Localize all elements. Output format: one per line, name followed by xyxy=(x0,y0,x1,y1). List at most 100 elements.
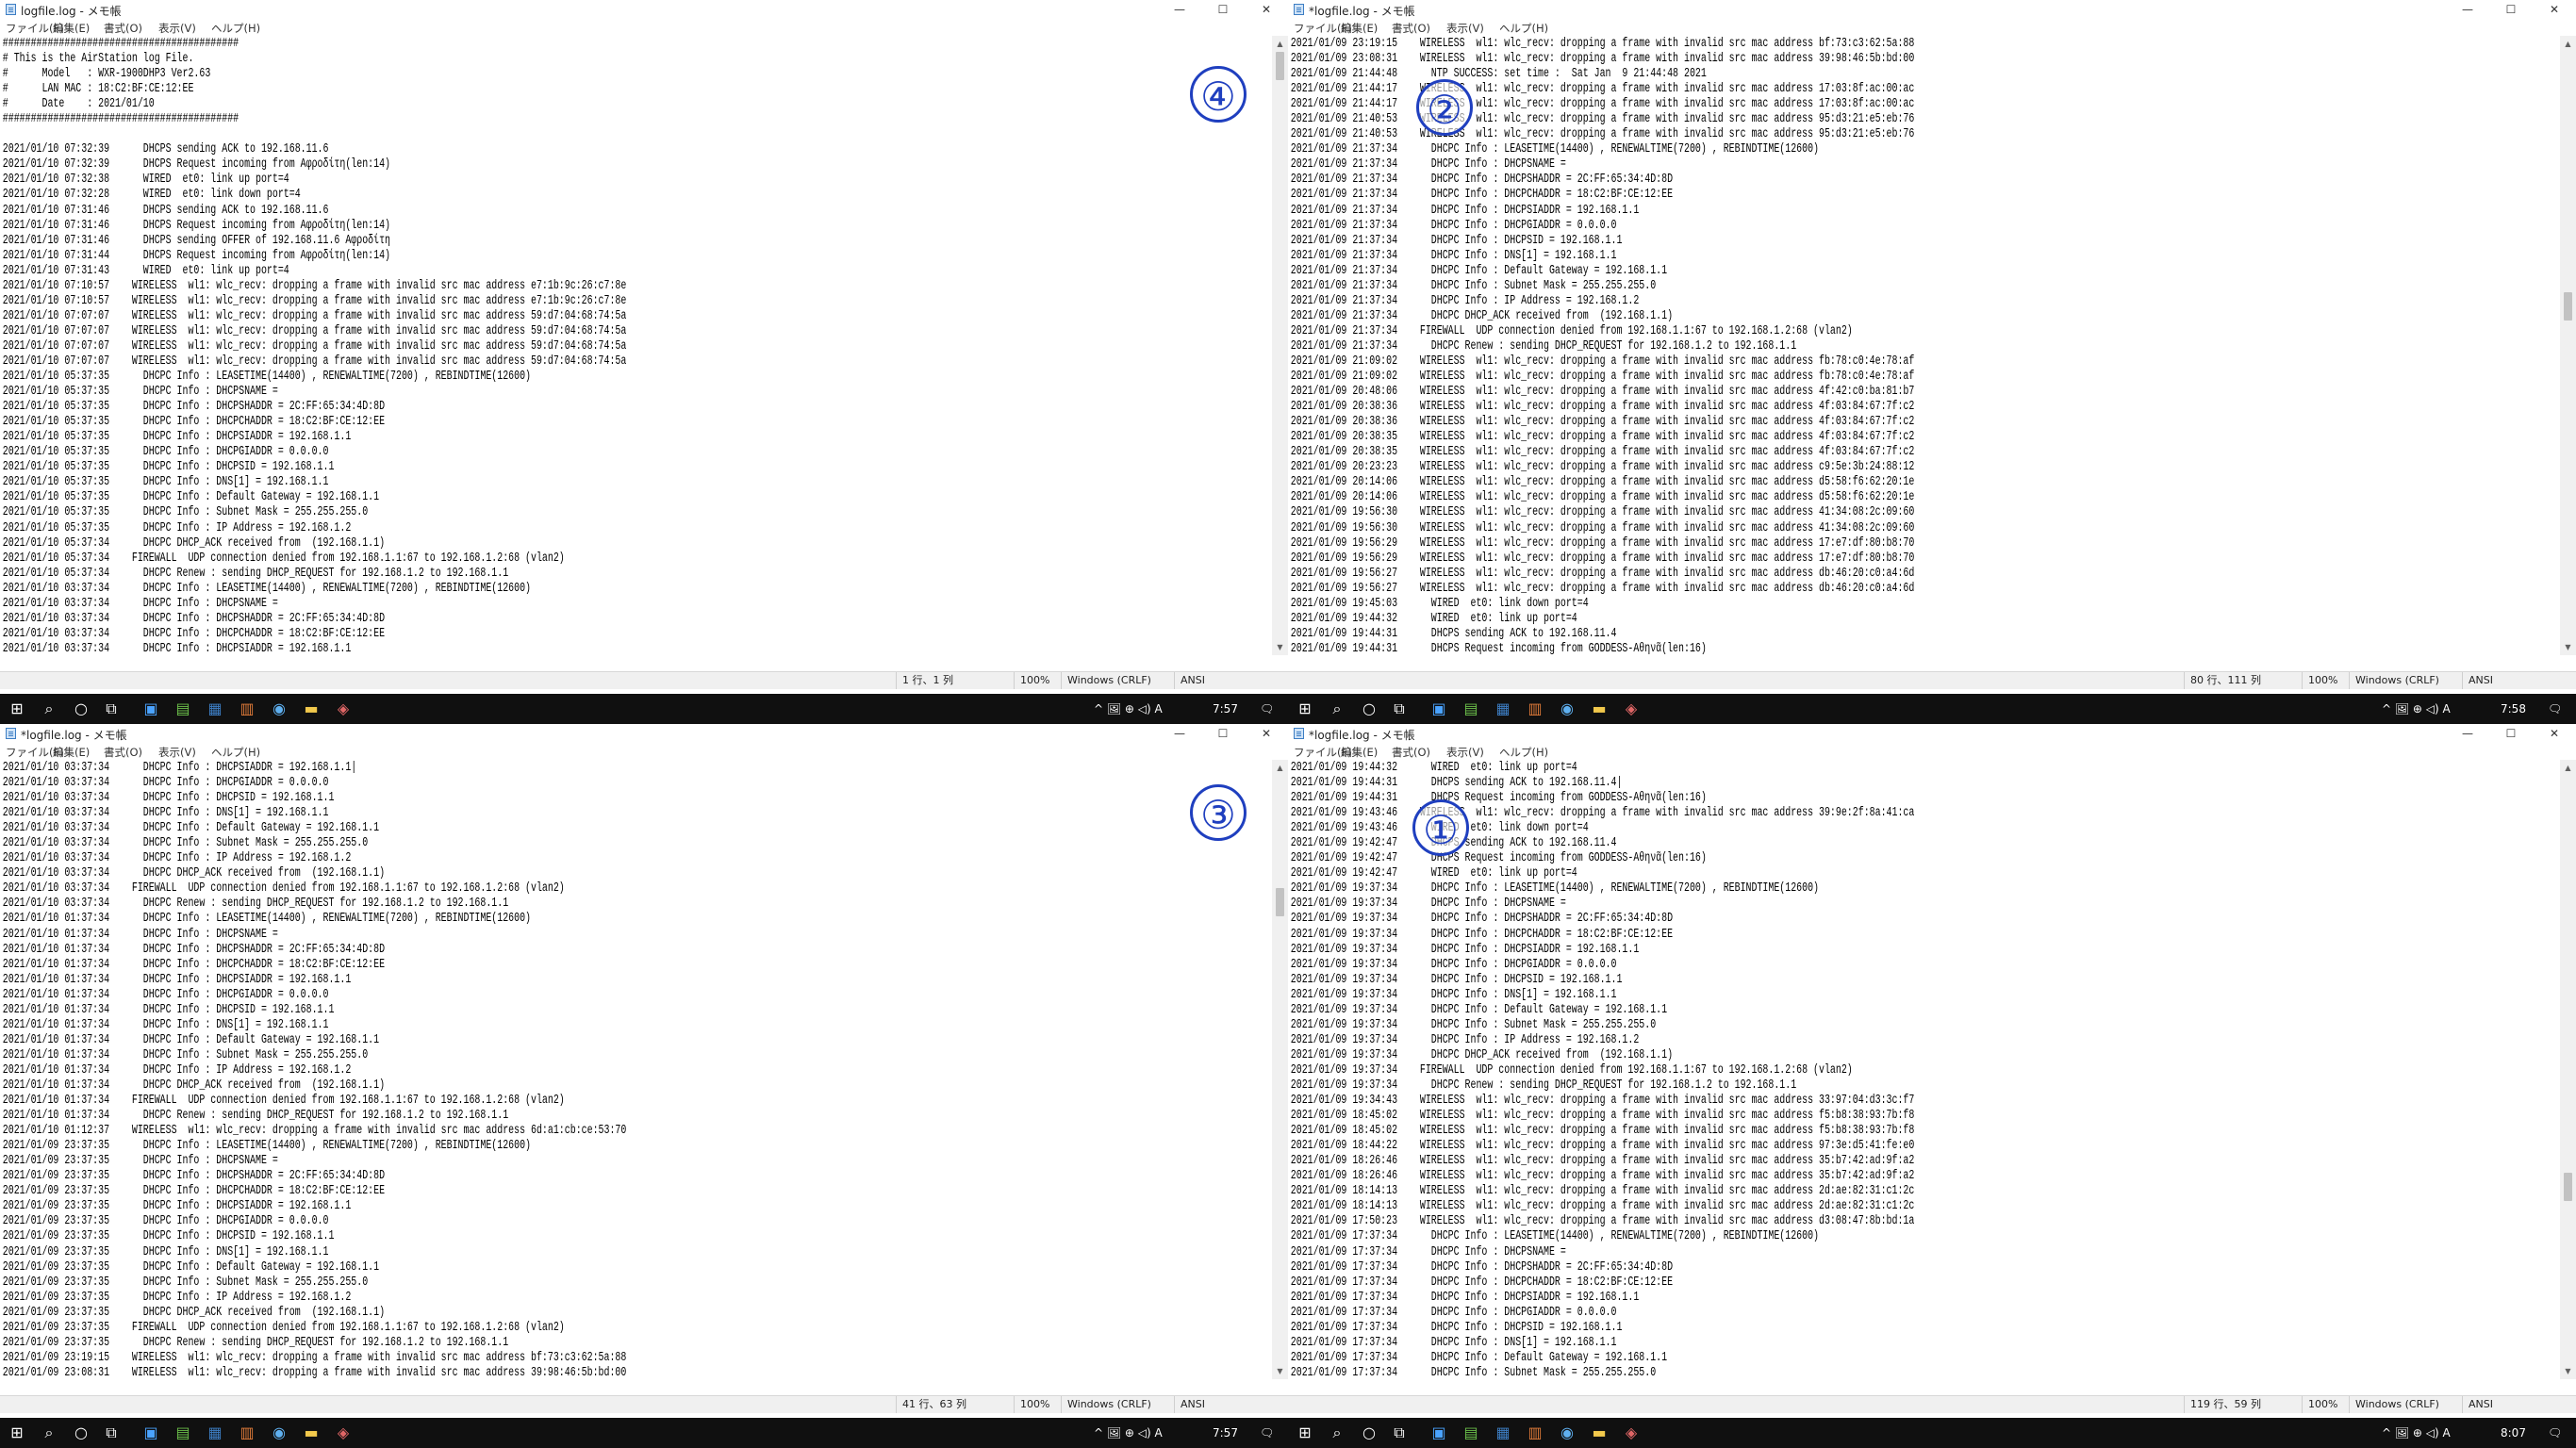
windows-start-icon[interactable]: ⊞ xyxy=(1296,699,1314,718)
app-icon-5[interactable]: ◈ xyxy=(334,1423,353,1442)
app-icon-4[interactable]: ◉ xyxy=(270,699,289,718)
scroll-up-arrow-icon[interactable]: ▲ xyxy=(1272,36,1288,52)
app-icon-4[interactable]: ◉ xyxy=(1558,1423,1577,1442)
close-button[interactable]: ✕ xyxy=(2533,0,2576,19)
menu-item-2[interactable]: 書式(O) xyxy=(1392,745,1430,760)
task-view-icon[interactable]: ⧉ xyxy=(102,1423,121,1442)
app-icon-3[interactable]: ▥ xyxy=(238,699,256,718)
scrollbar-thumb[interactable] xyxy=(1276,52,1284,80)
notification-icon[interactable]: 🗨 xyxy=(1260,694,1274,724)
taskbar-clock[interactable]: 7:58 xyxy=(2501,694,2526,724)
scroll-down-arrow-icon[interactable]: ▼ xyxy=(2560,639,2576,655)
menu-item-4[interactable]: ヘルプ(H) xyxy=(1499,745,1548,760)
taskbar-clock[interactable]: 7:57 xyxy=(1213,1418,1238,1448)
app-icon-4[interactable]: ◉ xyxy=(1558,699,1577,718)
system-tray[interactable]: ^ 🖼 ⊕ ◁) A xyxy=(2382,1418,2451,1448)
text-editor[interactable]: 2021/01/10 03:37:34 DHCPC Info : DHCPSIA… xyxy=(0,760,1272,1379)
menu-item-2[interactable]: 書式(O) xyxy=(1392,21,1430,36)
cortana-icon[interactable]: ○ xyxy=(1360,699,1379,718)
vertical-scrollbar[interactable]: ▲ ▼ xyxy=(1272,760,1288,1379)
notification-icon[interactable]: 🗨 xyxy=(2548,694,2562,724)
cortana-icon[interactable]: ○ xyxy=(1360,1423,1379,1442)
cortana-icon[interactable]: ○ xyxy=(72,1423,91,1442)
search-icon[interactable]: ⌕ xyxy=(40,699,58,718)
notepad-icon[interactable]: ▦ xyxy=(1494,1423,1512,1442)
menu-item-2[interactable]: 書式(O) xyxy=(104,745,142,760)
title-bar[interactable]: *logfile.log - メモ帳 — ☐ ✕ xyxy=(1288,724,2576,744)
app-icon-2[interactable]: ▤ xyxy=(173,699,192,718)
scroll-up-arrow-icon[interactable]: ▲ xyxy=(2560,760,2576,776)
text-editor[interactable]: 2021/01/09 23:19:15 WIRELESS wl1: wlc_re… xyxy=(1288,36,2560,655)
app-icon-1[interactable]: ▣ xyxy=(1429,699,1448,718)
app-icon-2[interactable]: ▤ xyxy=(173,1423,192,1442)
app-icon-5[interactable]: ◈ xyxy=(334,699,353,718)
maximize-button[interactable]: ☐ xyxy=(2489,0,2533,19)
title-bar[interactable]: logfile.log - メモ帳 — ☐ ✕ xyxy=(0,0,1288,20)
minimize-button[interactable]: — xyxy=(1158,724,1201,743)
scroll-down-arrow-icon[interactable]: ▼ xyxy=(1272,1363,1288,1379)
minimize-button[interactable]: — xyxy=(2446,724,2489,743)
app-icon-1[interactable]: ▣ xyxy=(141,1423,160,1442)
app-icon-4[interactable]: ◉ xyxy=(270,1423,289,1442)
system-tray[interactable]: ^ 🖼 ⊕ ◁) A xyxy=(1094,694,1163,724)
app-icon-5[interactable]: ◈ xyxy=(1622,1423,1641,1442)
app-icon-3[interactable]: ▥ xyxy=(238,1423,256,1442)
windows-start-icon[interactable]: ⊞ xyxy=(8,699,26,718)
scroll-down-arrow-icon[interactable]: ▼ xyxy=(1272,639,1288,655)
notepad-icon[interactable]: ▦ xyxy=(206,1423,224,1442)
windows-start-icon[interactable]: ⊞ xyxy=(1296,1423,1314,1442)
task-view-icon[interactable]: ⧉ xyxy=(1390,699,1409,718)
text-editor[interactable]: ########################################… xyxy=(0,36,1272,655)
minimize-button[interactable]: — xyxy=(2446,0,2489,19)
scroll-up-arrow-icon[interactable]: ▲ xyxy=(1272,760,1288,776)
app-icon-3[interactable]: ▥ xyxy=(1526,699,1544,718)
scrollbar-thumb[interactable] xyxy=(2564,1173,2572,1202)
search-icon[interactable]: ⌕ xyxy=(40,1423,58,1442)
scroll-down-arrow-icon[interactable]: ▼ xyxy=(2560,1363,2576,1379)
title-bar[interactable]: *logfile.log - メモ帳 — ☐ ✕ xyxy=(1288,0,2576,20)
scrollbar-thumb[interactable] xyxy=(2564,291,2572,321)
folder-icon[interactable]: ▬ xyxy=(302,1423,321,1442)
folder-icon[interactable]: ▬ xyxy=(1590,699,1609,718)
menu-item-3[interactable]: 表示(V) xyxy=(1446,745,1484,760)
folder-icon[interactable]: ▬ xyxy=(302,699,321,718)
menu-item-1[interactable]: 編集(E) xyxy=(1341,21,1378,36)
taskbar-clock[interactable]: 7:57 xyxy=(1213,694,1238,724)
vertical-scrollbar[interactable]: ▲ ▼ xyxy=(2560,760,2576,1379)
menu-item-1[interactable]: 編集(E) xyxy=(53,21,90,36)
minimize-button[interactable]: — xyxy=(1158,0,1201,19)
task-view-icon[interactable]: ⧉ xyxy=(102,699,121,718)
text-editor[interactable]: 2021/01/09 19:44:32 WIRED et0: link up p… xyxy=(1288,760,2560,1379)
search-icon[interactable]: ⌕ xyxy=(1328,699,1346,718)
app-icon-2[interactable]: ▤ xyxy=(1461,1423,1480,1442)
cortana-icon[interactable]: ○ xyxy=(72,699,91,718)
close-button[interactable]: ✕ xyxy=(1245,724,1288,743)
title-bar[interactable]: *logfile.log - メモ帳 — ☐ ✕ xyxy=(0,724,1288,744)
menu-item-3[interactable]: 表示(V) xyxy=(158,745,196,760)
menu-item-4[interactable]: ヘルプ(H) xyxy=(211,745,260,760)
taskbar-clock[interactable]: 8:07 xyxy=(2501,1418,2526,1448)
scroll-up-arrow-icon[interactable]: ▲ xyxy=(2560,36,2576,52)
menu-item-2[interactable]: 書式(O) xyxy=(104,21,142,36)
app-icon-1[interactable]: ▣ xyxy=(1429,1423,1448,1442)
folder-icon[interactable]: ▬ xyxy=(1590,1423,1609,1442)
notification-icon[interactable]: 🗨 xyxy=(1260,1418,1274,1448)
notepad-icon[interactable]: ▦ xyxy=(206,699,224,718)
system-tray[interactable]: ^ 🖼 ⊕ ◁) A xyxy=(1094,1418,1163,1448)
app-icon-2[interactable]: ▤ xyxy=(1461,699,1480,718)
close-button[interactable]: ✕ xyxy=(1245,0,1288,19)
app-icon-3[interactable]: ▥ xyxy=(1526,1423,1544,1442)
menu-item-3[interactable]: 表示(V) xyxy=(1446,21,1484,36)
app-icon-5[interactable]: ◈ xyxy=(1622,699,1641,718)
maximize-button[interactable]: ☐ xyxy=(1201,724,1245,743)
maximize-button[interactable]: ☐ xyxy=(1201,0,1245,19)
vertical-scrollbar[interactable]: ▲ ▼ xyxy=(1272,36,1288,655)
notepad-icon[interactable]: ▦ xyxy=(1494,699,1512,718)
app-icon-1[interactable]: ▣ xyxy=(141,699,160,718)
scrollbar-thumb[interactable] xyxy=(1276,887,1284,916)
menu-item-3[interactable]: 表示(V) xyxy=(158,21,196,36)
menu-item-4[interactable]: ヘルプ(H) xyxy=(211,21,260,36)
menu-item-1[interactable]: 編集(E) xyxy=(1341,745,1378,760)
menu-item-4[interactable]: ヘルプ(H) xyxy=(1499,21,1548,36)
task-view-icon[interactable]: ⧉ xyxy=(1390,1423,1409,1442)
